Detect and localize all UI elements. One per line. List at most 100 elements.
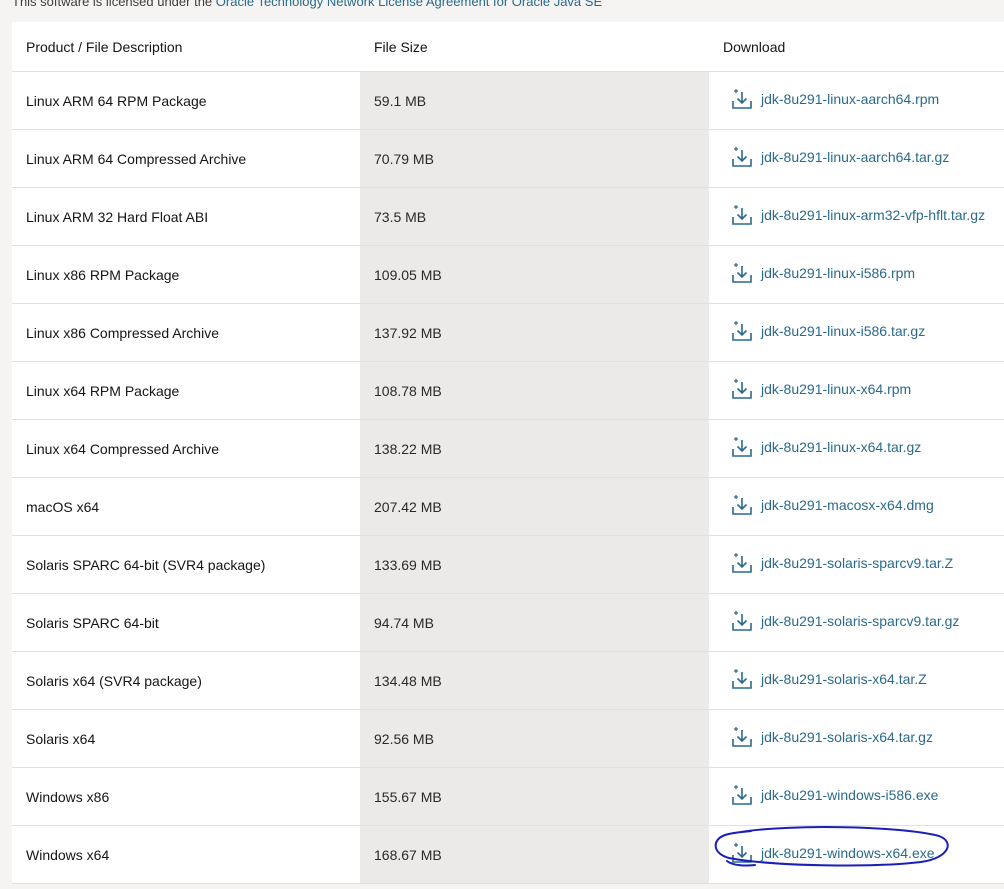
row-download-cell: jdk-8u291-windows-i586.exe	[709, 767, 1004, 826]
download-icon[interactable]	[731, 610, 753, 632]
download-link[interactable]: jdk-8u291-windows-x64.exe	[761, 845, 935, 861]
row-file-size: 134.48 MB	[360, 651, 709, 710]
row-file-size: 108.78 MB	[360, 361, 709, 420]
row-download-cell: jdk-8u291-linux-i586.tar.gz	[709, 303, 1004, 362]
table-row: Linux ARM 64 Compressed Archive 70.79 MB j…	[12, 129, 1004, 188]
row-description: Linux x86 RPM Package	[12, 245, 360, 304]
download-icon[interactable]	[731, 146, 753, 168]
download-icon[interactable]	[731, 784, 753, 806]
row-file-size: 70.79 MB	[360, 129, 709, 188]
table-row: Linux x86 RPM Package 109.05 MB jdk-8u291-…	[12, 245, 1004, 304]
download-icon[interactable]	[731, 378, 753, 400]
download-link-wrapper[interactable]: jdk-8u291-linux-aarch64.rpm	[731, 88, 939, 110]
table-header-row: Product / File Description File Size Dow…	[12, 22, 1004, 72]
table-row: Solaris x64 (SVR4 package) 134.48 MB jdk-8…	[12, 651, 1004, 710]
download-link-wrapper[interactable]: jdk-8u291-solaris-x64.tar.Z	[731, 668, 927, 690]
download-link[interactable]: jdk-8u291-linux-i586.tar.gz	[761, 323, 925, 339]
download-icon[interactable]	[731, 320, 753, 342]
download-link-wrapper[interactable]: jdk-8u291-windows-i586.exe	[731, 784, 938, 806]
download-link[interactable]: jdk-8u291-solaris-x64.tar.gz	[761, 729, 933, 745]
row-description: Linux ARM 32 Hard Float ABI	[12, 187, 360, 246]
row-download-cell: jdk-8u291-linux-arm32-vfp-hflt.tar.gz	[709, 187, 1004, 246]
row-description: Solaris SPARC 64-bit	[12, 593, 360, 652]
row-description: macOS x64	[12, 477, 360, 536]
download-icon[interactable]	[731, 552, 753, 574]
download-link[interactable]: jdk-8u291-windows-i586.exe	[761, 787, 938, 803]
license-notice: This software is licensed under the Orac…	[12, 0, 602, 9]
download-icon[interactable]	[731, 88, 753, 110]
download-link[interactable]: jdk-8u291-solaris-sparcv9.tar.Z	[761, 555, 953, 571]
download-icon[interactable]	[731, 668, 753, 690]
row-download-cell: jdk-8u291-solaris-x64.tar.gz	[709, 709, 1004, 768]
row-description: Solaris x64	[12, 709, 360, 768]
table-row: Linux x64 Compressed Archive 138.22 MB jdk…	[12, 419, 1004, 478]
download-link[interactable]: jdk-8u291-linux-aarch64.tar.gz	[761, 149, 949, 165]
download-link-wrapper[interactable]: jdk-8u291-macosx-x64.dmg	[731, 494, 934, 516]
download-icon[interactable]	[731, 436, 753, 458]
row-download-cell: jdk-8u291-solaris-sparcv9.tar.gz	[709, 593, 1004, 652]
table-row: Windows x86 155.67 MB jdk-8u291-windows-i5…	[12, 767, 1004, 826]
row-download-cell: jdk-8u291-linux-i586.rpm	[709, 245, 1004, 304]
row-description: Linux ARM 64 RPM Package	[12, 71, 360, 130]
download-link-wrapper[interactable]: jdk-8u291-linux-i586.tar.gz	[731, 320, 925, 342]
row-description: Windows x86	[12, 767, 360, 826]
header-file-size: File Size	[360, 22, 709, 72]
row-file-size: 155.67 MB	[360, 767, 709, 826]
download-link-wrapper[interactable]: jdk-8u291-linux-aarch64.tar.gz	[731, 146, 949, 168]
row-download-cell: jdk-8u291-linux-aarch64.rpm	[709, 71, 1004, 130]
download-icon[interactable]	[731, 204, 753, 226]
row-download-cell: jdk-8u291-windows-x64.exe	[709, 825, 1004, 884]
row-description: Windows x64	[12, 825, 360, 884]
row-download-cell: jdk-8u291-linux-x64.rpm	[709, 361, 1004, 420]
row-download-cell: jdk-8u291-linux-aarch64.tar.gz	[709, 129, 1004, 188]
row-file-size: 94.74 MB	[360, 593, 709, 652]
download-icon[interactable]	[731, 842, 753, 864]
table-row: Linux ARM 32 Hard Float ABI 73.5 MB jdk-8u…	[12, 187, 1004, 246]
row-download-cell: jdk-8u291-macosx-x64.dmg	[709, 477, 1004, 536]
row-file-size: 138.22 MB	[360, 419, 709, 478]
table-row: Linux x64 RPM Package 108.78 MB jdk-8u291-…	[12, 361, 1004, 420]
download-link-wrapper[interactable]: jdk-8u291-solaris-sparcv9.tar.gz	[731, 610, 959, 632]
download-link-wrapper[interactable]: jdk-8u291-solaris-x64.tar.gz	[731, 726, 933, 748]
download-link-wrapper[interactable]: jdk-8u291-linux-x64.tar.gz	[731, 436, 921, 458]
row-file-size: 137.92 MB	[360, 303, 709, 362]
license-agreement-link[interactable]: Oracle Technology Network License Agreem…	[216, 0, 602, 9]
table-row: Solaris x64 92.56 MB jdk-8u291-solaris-x64…	[12, 709, 1004, 768]
download-icon[interactable]	[731, 262, 753, 284]
download-link-wrapper[interactable]: jdk-8u291-linux-x64.rpm	[731, 378, 911, 400]
table-row: Solaris SPARC 64-bit 94.74 MB jdk-8u291-so…	[12, 593, 1004, 652]
table-row: macOS x64 207.42 MB jdk-8u291-macosx-x64.d…	[12, 477, 1004, 536]
row-file-size: 92.56 MB	[360, 709, 709, 768]
row-file-size: 207.42 MB	[360, 477, 709, 536]
download-link[interactable]: jdk-8u291-linux-aarch64.rpm	[761, 91, 939, 107]
download-link[interactable]: jdk-8u291-linux-x64.tar.gz	[761, 439, 921, 455]
row-file-size: 73.5 MB	[360, 187, 709, 246]
table-row: Windows x64 168.67 MB jdk-8u291-windows-x6…	[12, 825, 1004, 884]
download-link[interactable]: jdk-8u291-solaris-sparcv9.tar.gz	[761, 613, 959, 629]
download-link[interactable]: jdk-8u291-linux-arm32-vfp-hflt.tar.gz	[761, 207, 985, 223]
row-download-cell: jdk-8u291-solaris-sparcv9.tar.Z	[709, 535, 1004, 594]
download-link[interactable]: jdk-8u291-solaris-x64.tar.Z	[761, 671, 927, 687]
row-description: Solaris SPARC 64-bit (SVR4 package)	[12, 535, 360, 594]
download-link-wrapper[interactable]: jdk-8u291-windows-x64.exe	[714, 826, 949, 867]
download-table: Product / File Description File Size Dow…	[12, 22, 1004, 884]
row-file-size: 168.67 MB	[360, 825, 709, 884]
table-row: Linux x86 Compressed Archive 137.92 MB jdk…	[12, 303, 1004, 362]
row-description: Solaris x64 (SVR4 package)	[12, 651, 360, 710]
row-download-cell: jdk-8u291-solaris-x64.tar.Z	[709, 651, 1004, 710]
row-file-size: 133.69 MB	[360, 535, 709, 594]
header-download: Download	[709, 22, 1004, 72]
download-link-wrapper[interactable]: jdk-8u291-solaris-sparcv9.tar.Z	[731, 552, 953, 574]
download-link[interactable]: jdk-8u291-linux-i586.rpm	[761, 265, 915, 281]
row-download-cell: jdk-8u291-linux-x64.tar.gz	[709, 419, 1004, 478]
table-row: Solaris SPARC 64-bit (SVR4 package) 133.6…	[12, 535, 1004, 594]
download-icon[interactable]	[731, 726, 753, 748]
download-link-wrapper[interactable]: jdk-8u291-linux-i586.rpm	[731, 262, 915, 284]
download-link[interactable]: jdk-8u291-macosx-x64.dmg	[761, 497, 934, 513]
table-row: Linux ARM 64 RPM Package 59.1 MB jdk-8u291…	[12, 71, 1004, 130]
download-link[interactable]: jdk-8u291-linux-x64.rpm	[761, 381, 911, 397]
download-link-wrapper[interactable]: jdk-8u291-linux-arm32-vfp-hflt.tar.gz	[731, 204, 985, 226]
download-icon[interactable]	[731, 494, 753, 516]
row-description: Linux x86 Compressed Archive	[12, 303, 360, 362]
header-description: Product / File Description	[12, 22, 360, 72]
